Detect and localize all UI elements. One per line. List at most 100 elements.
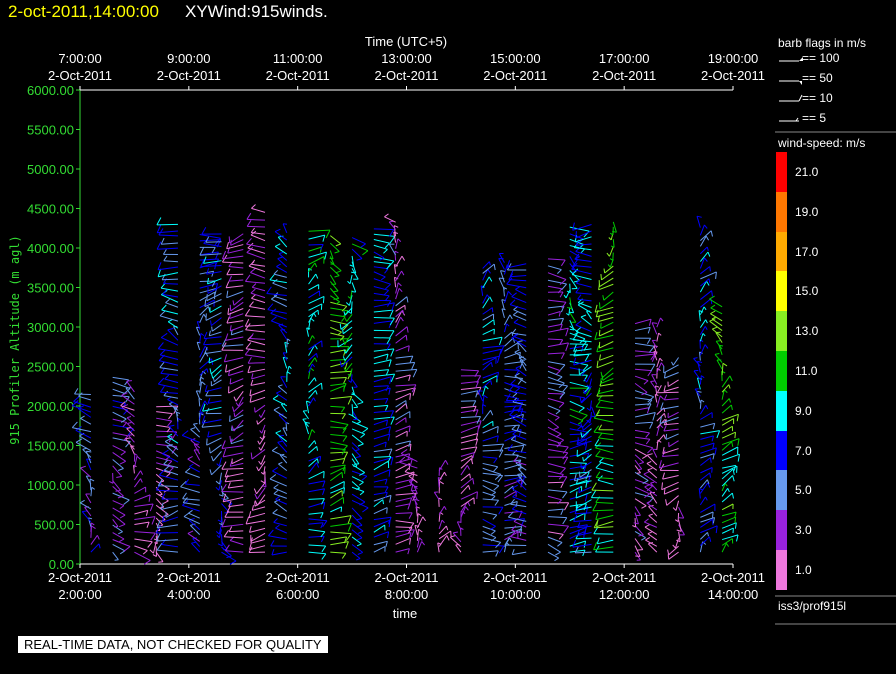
barb-flag	[705, 496, 708, 501]
barb-flag	[340, 407, 346, 413]
wind-barb	[599, 461, 614, 467]
barb-flag	[645, 536, 651, 541]
wind-barb	[482, 550, 499, 553]
barb-flag	[512, 311, 519, 316]
wind-barb	[700, 430, 720, 435]
wind-barb	[203, 343, 222, 346]
barb-flag	[215, 480, 220, 485]
wind-barb	[634, 531, 646, 539]
barb-flag	[511, 292, 517, 298]
wind-barb	[700, 467, 713, 474]
barb-flag	[652, 322, 658, 324]
wind-barb	[672, 357, 679, 366]
barb-flag	[324, 251, 327, 260]
barb-flag	[494, 499, 500, 506]
wind-barb	[220, 534, 223, 546]
x2-tick-date: 2-Oct-2011	[48, 68, 112, 83]
wind-barb	[277, 385, 288, 394]
wind-barb	[351, 237, 366, 245]
barb-flag	[256, 466, 260, 472]
wind-barb	[231, 330, 244, 336]
barb-flag	[209, 447, 211, 454]
barb-flag	[705, 319, 708, 324]
wind-barb	[482, 443, 504, 447]
barb-flag	[506, 323, 510, 327]
barb-flag	[269, 274, 275, 281]
barb-flag	[188, 509, 193, 514]
barb-flag	[272, 508, 278, 514]
barb-flag	[409, 444, 412, 451]
wind-barb	[112, 543, 126, 552]
barb-flag	[249, 396, 252, 403]
wind-barb	[721, 503, 734, 511]
wind-barb	[656, 317, 661, 328]
barb-flag	[419, 537, 423, 541]
wind-barb	[330, 385, 345, 392]
barb-flag	[384, 486, 389, 493]
wind-barb	[659, 462, 679, 469]
barb-flag	[184, 467, 191, 473]
wind-barb	[504, 444, 524, 449]
barb-flag	[361, 475, 368, 481]
barb-flag	[316, 446, 318, 451]
wind-barb	[157, 266, 179, 271]
wind-barb	[709, 320, 723, 331]
wind-barb	[268, 535, 287, 540]
wind-barb	[508, 279, 527, 282]
barb-flag	[664, 372, 666, 379]
barb-flag	[320, 512, 324, 519]
wind-barb	[598, 399, 614, 404]
wind-barb	[228, 384, 244, 394]
wind-barb	[651, 374, 658, 385]
barb-flag	[216, 463, 220, 467]
wind-barb	[226, 244, 244, 250]
barb-flag	[362, 250, 369, 256]
wind-barb	[634, 318, 652, 325]
barb-flag	[229, 378, 232, 385]
barb-flag	[663, 385, 666, 392]
barb-flag	[344, 451, 349, 459]
wind-barb	[201, 424, 222, 428]
barb-flag	[274, 228, 281, 233]
barb-flag	[400, 448, 408, 454]
barb-flag	[157, 377, 165, 385]
wind-barb	[509, 304, 527, 311]
wind-barb	[134, 470, 142, 481]
barb-flag	[158, 561, 164, 563]
y-tick-label: 1500.00	[27, 439, 74, 454]
wind-barb	[308, 246, 322, 252]
wind-barb	[199, 313, 205, 323]
wind-barb	[395, 400, 407, 408]
wind-barb	[594, 417, 614, 423]
wind-barb	[199, 239, 221, 242]
x-tick-date: 2-Oct-2011	[592, 570, 656, 585]
barb-flag	[248, 511, 252, 518]
wind-barb	[272, 470, 288, 479]
wind-barb	[222, 261, 244, 264]
wind-barb	[308, 544, 326, 547]
wind-barb	[595, 447, 614, 454]
barb-flag	[278, 461, 283, 465]
wind-barb	[482, 449, 503, 452]
wind-barb	[221, 445, 244, 449]
wind-barb	[395, 326, 408, 337]
barb-flag	[560, 508, 564, 516]
wind-barb	[482, 518, 496, 527]
wind-barb	[160, 372, 179, 376]
barb-flag	[322, 502, 326, 510]
wind-barb	[351, 243, 369, 252]
barb-flag	[388, 387, 391, 395]
wind-barb	[193, 449, 201, 461]
barb-flag	[193, 423, 198, 425]
wind-barb	[575, 491, 592, 499]
barb-flag	[644, 483, 651, 488]
wind-barb	[667, 411, 679, 419]
wind-barb	[198, 398, 201, 407]
barb-flag	[250, 227, 255, 233]
wind-barb	[248, 512, 266, 519]
barb-flag	[560, 467, 566, 474]
barb-flag	[74, 388, 79, 395]
wind-barb	[634, 412, 656, 418]
barb-flag	[563, 457, 569, 465]
wind-barb	[224, 536, 244, 539]
